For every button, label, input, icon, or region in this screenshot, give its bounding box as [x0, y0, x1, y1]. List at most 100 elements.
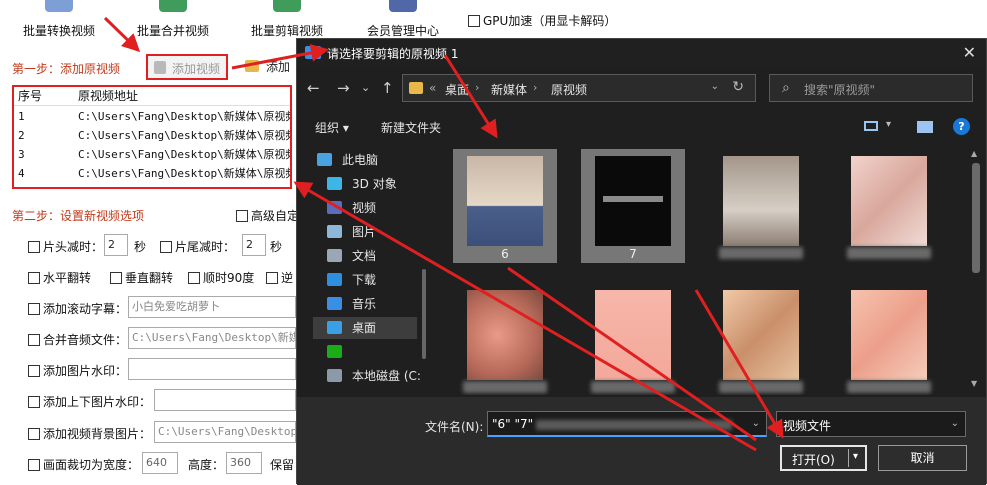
checkbox-box[interactable] [160, 241, 172, 253]
subtitle-input[interactable]: 小白免爱吃胡萝卜 [128, 296, 296, 318]
scroll-thumb[interactable] [422, 269, 426, 359]
crop-height-label: 高度： [188, 458, 225, 472]
flip-horizontal-option[interactable]: 水平翻转 [28, 269, 91, 286]
checkbox-box[interactable] [28, 334, 40, 346]
forward-arrow-icon[interactable]: → [337, 79, 350, 97]
bg-image-input[interactable]: C:\Users\Fang\Desktop\新 [154, 421, 296, 443]
open-button[interactable]: 打开(O) ▾ [780, 445, 867, 471]
row-index: 2 [18, 129, 25, 142]
up-arrow-icon[interactable]: ↑ [381, 79, 394, 97]
head-cut-unit: 秒 [134, 240, 147, 254]
search-box[interactable]: ⌕ 搜索"原视频" [769, 74, 973, 102]
advanced-custom-checkbox[interactable]: 高级自定 [236, 207, 299, 224]
recent-dropdown-icon[interactable]: ⌄ [361, 81, 370, 94]
tail-cut-input[interactable]: 2 [242, 234, 266, 256]
refresh-icon[interactable]: ↻ [732, 79, 744, 95]
chevron-down-icon[interactable]: ⌄ [752, 418, 760, 429]
rotate90-option[interactable]: 顺时90度 [188, 269, 254, 286]
preview-pane-icon[interactable] [917, 121, 933, 133]
tail-cut-label: 片尾减时： [175, 240, 236, 254]
breadcrumb-source-videos[interactable]: 原视频 [551, 81, 587, 98]
add-video-icon [154, 61, 166, 74]
scroll-thumb[interactable] [972, 163, 980, 273]
nav-item-label: 3D 对象 [352, 177, 397, 191]
checkbox-box[interactable] [28, 365, 40, 377]
table-header: 序号 原视频地址 [14, 87, 290, 106]
updown-watermark-option[interactable]: 添加上下图片水印： [28, 393, 151, 410]
checkbox-box[interactable] [266, 272, 278, 284]
open-dropdown-icon[interactable]: ▾ [853, 451, 858, 462]
chevron-down-icon[interactable]: ▾ [886, 119, 891, 130]
table-row[interactable]: 2 C:\Users\Fang\Desktop\新媒体\原视频 [14, 126, 290, 145]
filename-value: "6" "7" [492, 417, 534, 431]
organize-button[interactable]: 组织 ▾ [315, 119, 349, 136]
crop-height-input[interactable]: 360 [226, 452, 262, 474]
head-cut-input[interactable]: 2 [104, 234, 128, 256]
cancel-button[interactable]: 取消 [878, 445, 967, 471]
scroll-down-icon[interactable]: ▼ [971, 379, 977, 388]
batch-convert-button[interactable]: 批量转换视频 [4, 0, 114, 44]
reverse-option[interactable]: 逆 [266, 269, 293, 286]
table-row[interactable]: 3 C:\Users\Fang\Desktop\新媒体\原视频 [14, 145, 292, 164]
new-folder-button[interactable]: 新建文件夹 [381, 119, 441, 136]
checkbox-box[interactable] [28, 428, 40, 440]
filename-input[interactable]: "6" "7" ⌄ [487, 411, 767, 437]
gpu-accel-checkbox[interactable]: GPU加速（用显卡解码） [468, 12, 616, 29]
dialog-titlebar[interactable]: 请选择要剪辑的原视频 1 ✕ [297, 39, 986, 67]
checkbox-box[interactable] [236, 210, 248, 222]
checkbox-box[interactable] [28, 459, 40, 471]
table-row[interactable]: 1 C:\Users\Fang\Desktop\新媒体\原视频 [14, 107, 290, 126]
checkbox-box[interactable] [28, 396, 40, 408]
checkbox-box[interactable] [468, 15, 480, 27]
nav-item-desktop[interactable]: 桌面 [313, 317, 417, 339]
head-cut-option[interactable]: 片头减时： [28, 238, 103, 255]
address-bar[interactable]: « 桌面 › 新媒体 › 原视频 ⌄ ↻ [402, 74, 756, 102]
audio-path-input[interactable]: C:\Users\Fang\Desktop\新媒体 [128, 327, 296, 349]
bg-image-option[interactable]: 添加视频背景图片： [28, 425, 151, 442]
crop-width-input[interactable]: 640 [142, 452, 178, 474]
chevron-down-icon[interactable]: ⌄ [711, 81, 719, 92]
view-options-icon[interactable] [864, 121, 878, 131]
checkbox-box[interactable] [28, 303, 40, 315]
thumbnail-caption [603, 196, 663, 202]
blurred-filename [591, 381, 675, 393]
tail-cut-option[interactable]: 片尾减时： [160, 238, 235, 255]
batch-merge-button[interactable]: 批量合并视频 [118, 0, 228, 44]
video-list-table: 序号 原视频地址 1 C:\Users\Fang\Desktop\新媒体\原视频… [12, 85, 292, 189]
nav-pane-scrollbar[interactable] [421, 149, 427, 377]
image-watermark-input[interactable] [128, 358, 296, 380]
nav-item-this-pc[interactable]: 此电脑 [317, 149, 427, 171]
breadcrumb-new-media[interactable]: 新媒体 [491, 81, 527, 98]
filetype-select[interactable]: 视频文件 ⌄ [776, 411, 966, 437]
breadcrumb-overflow[interactable]: « [429, 81, 436, 95]
checkbox-box[interactable] [188, 272, 200, 284]
row-path: C:\Users\Fang\Desktop\新媒体\原视频 [78, 148, 292, 161]
add-folder-button[interactable]: 添加 [242, 54, 302, 80]
help-icon[interactable]: ? [953, 118, 970, 135]
crop-option[interactable]: 画面裁切为宽度： [28, 456, 139, 473]
blurred-filename [847, 247, 931, 259]
image-watermark-option[interactable]: 添加图片水印： [28, 362, 127, 379]
video-thumbnail [467, 290, 543, 380]
close-icon[interactable]: ✕ [963, 43, 976, 62]
image-watermark-label: 添加图片水印： [43, 364, 128, 378]
search-input[interactable]: 搜索"原视频" [804, 81, 875, 98]
merge-audio-option[interactable]: 合并音频文件： [28, 331, 127, 348]
checkbox-box[interactable] [28, 272, 40, 284]
add-folder-label: 添加 [266, 60, 291, 74]
checkbox-box[interactable] [28, 241, 40, 253]
subtitle-option[interactable]: 添加滚动字幕： [28, 300, 127, 317]
file-list-scrollbar[interactable]: ▲ ▼ [969, 149, 983, 391]
breadcrumb-desktop[interactable]: 桌面 [445, 81, 469, 98]
merge-video-icon [159, 0, 187, 12]
checkbox-box[interactable] [110, 272, 122, 284]
updown-watermark-input[interactable] [154, 389, 296, 411]
chevron-right-icon: › [475, 81, 480, 94]
table-row[interactable]: 4 C:\Users\Fang\Desktop\新媒体\原视频 [14, 164, 290, 183]
add-video-button[interactable]: 添加视频 [146, 54, 228, 80]
flip-vertical-option[interactable]: 垂直翻转 [110, 269, 173, 286]
scroll-up-icon[interactable]: ▲ [971, 149, 977, 158]
back-arrow-icon[interactable]: ← [307, 79, 320, 97]
flip-horizontal-label: 水平翻转 [43, 271, 92, 285]
music-icon [327, 297, 342, 310]
